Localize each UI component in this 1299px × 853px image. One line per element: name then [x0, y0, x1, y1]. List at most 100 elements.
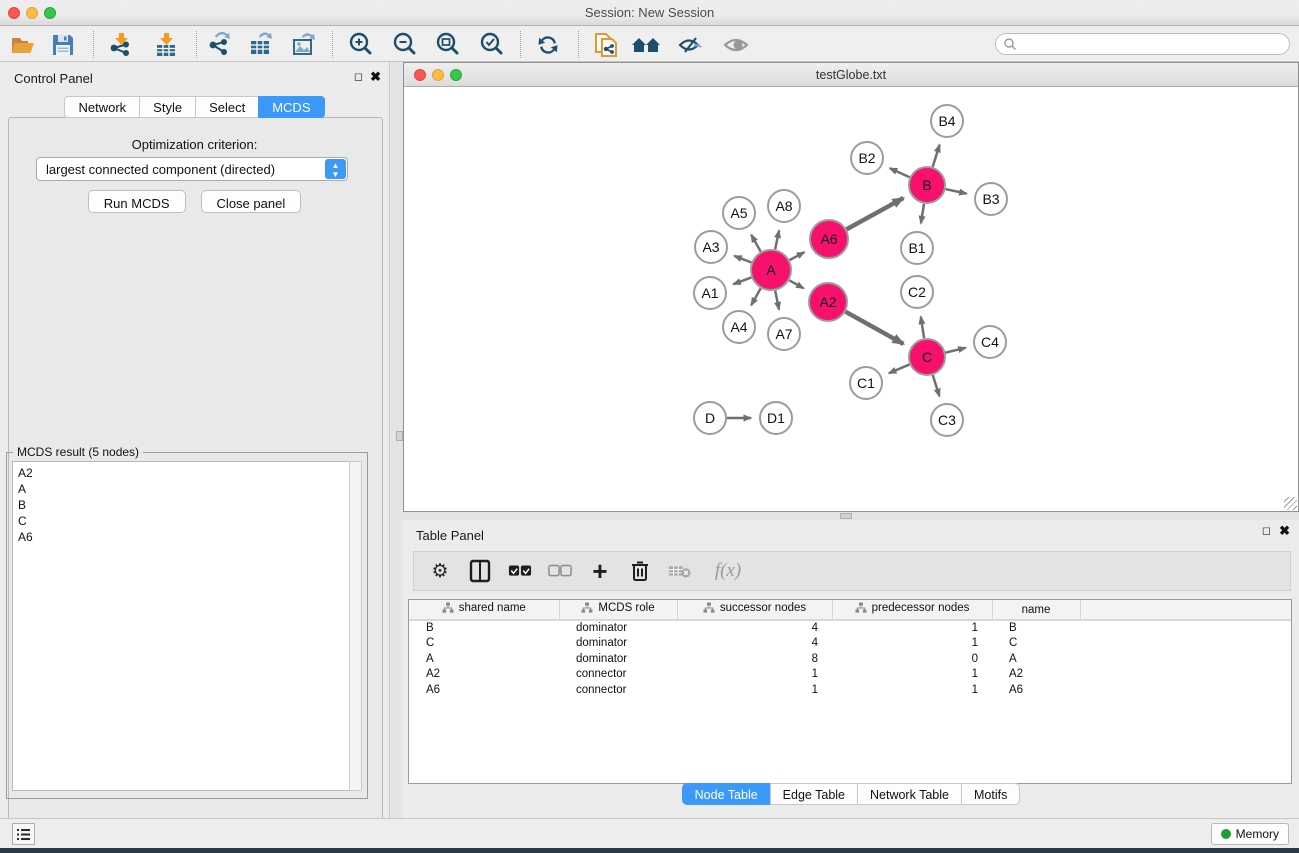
function-builder-button[interactable]: f(x) — [708, 559, 748, 583]
graph-edge-A2-C[interactable] — [845, 312, 903, 344]
mcds-result-item[interactable]: A6 — [18, 529, 349, 545]
zoom-in-button[interactable] — [344, 30, 378, 59]
table-cell[interactable]: 8 — [677, 651, 832, 667]
table-cell[interactable]: A2 — [409, 667, 559, 683]
graph-edge-A-A6[interactable] — [790, 252, 805, 260]
hide-selected-button[interactable] — [674, 30, 708, 59]
delete-column-button[interactable] — [628, 559, 652, 583]
table-row[interactable]: A2connector11A2 — [409, 667, 1291, 683]
tab-edge-table[interactable]: Edge Table — [770, 783, 857, 805]
tab-network[interactable]: Network — [64, 96, 139, 118]
select-all-button[interactable] — [508, 559, 532, 583]
memory-button[interactable]: Memory — [1211, 823, 1289, 845]
search-field[interactable] — [995, 33, 1290, 55]
graph-node-A1[interactable]: A1 — [694, 277, 726, 309]
table-cell[interactable]: A — [409, 651, 559, 667]
graph-node-A5[interactable]: A5 — [723, 197, 755, 229]
table-cell[interactable]: 4 — [677, 620, 832, 636]
graph-edge-C-C3[interactable] — [933, 375, 940, 396]
table-cell[interactable]: dominator — [559, 636, 677, 652]
home-button[interactable] — [630, 30, 664, 59]
table-row[interactable]: A6connector11A6 — [409, 682, 1291, 698]
table-cell[interactable]: A6 — [992, 682, 1080, 698]
table-cell[interactable]: B — [992, 620, 1080, 636]
table-cell[interactable]: 0 — [832, 651, 992, 667]
add-column-button[interactable]: + — [588, 559, 612, 583]
graph-edge-A-A3[interactable] — [734, 256, 751, 263]
show-all-button[interactable] — [719, 30, 753, 59]
graph-node-C2[interactable]: C2 — [901, 276, 933, 308]
graph-node-C3[interactable]: C3 — [931, 404, 963, 436]
graph-edge-B-B4[interactable] — [933, 145, 940, 167]
columns-button[interactable] — [468, 559, 492, 583]
graph-node-D[interactable]: D — [694, 402, 726, 434]
graph-node-A3[interactable]: A3 — [695, 231, 727, 263]
float-table-panel-icon[interactable]: ◻ — [1262, 526, 1271, 536]
table-cell[interactable]: 1 — [677, 682, 832, 698]
deselect-all-button[interactable] — [548, 559, 572, 583]
column-header-shared-name[interactable]: shared name — [409, 600, 559, 620]
graph-edge-B-B1[interactable] — [921, 204, 924, 224]
column-header-name[interactable]: name — [992, 600, 1080, 620]
mcds-result-item[interactable]: B — [18, 497, 349, 513]
table-cell[interactable]: dominator — [559, 620, 677, 636]
import-network-button[interactable] — [104, 30, 138, 59]
graph-edge-A-A5[interactable] — [751, 235, 760, 252]
import-table-button[interactable] — [149, 30, 183, 59]
graph-node-A4[interactable]: A4 — [723, 311, 755, 343]
node-table-container[interactable]: shared nameMCDS rolesuccessor nodesprede… — [408, 599, 1292, 784]
tab-style[interactable]: Style — [139, 96, 195, 118]
close-table-panel-icon[interactable]: ✖ — [1279, 525, 1290, 537]
tab-motifs[interactable]: Motifs — [961, 783, 1020, 805]
graph-node-C[interactable]: C — [909, 339, 945, 375]
zoom-selected-button[interactable] — [475, 30, 509, 59]
table-cell[interactable]: 4 — [677, 636, 832, 652]
table-cell[interactable]: 1 — [832, 620, 992, 636]
column-header-MCDS-role[interactable]: MCDS role — [559, 600, 677, 620]
graph-node-A8[interactable]: A8 — [768, 190, 800, 222]
column-header-successor-nodes[interactable]: successor nodes — [677, 600, 832, 620]
search-input[interactable] — [1017, 37, 1289, 51]
table-cell[interactable]: dominator — [559, 651, 677, 667]
mcds-result-item[interactable]: C — [18, 513, 349, 529]
graph-node-C4[interactable]: C4 — [974, 326, 1006, 358]
graph-edge-A-A4[interactable] — [751, 288, 760, 305]
network-canvas[interactable]: B4B2BB3A8A5A6A3B1AA1C2A2A4A7C4CC1C3DD1 — [404, 88, 1298, 511]
export-image-button[interactable] — [287, 30, 321, 59]
table-cell[interactable]: 1 — [677, 667, 832, 683]
gear-button[interactable]: ⚙ — [428, 559, 452, 583]
graph-edge-B-B2[interactable] — [890, 168, 910, 177]
table-row[interactable]: Bdominator41B — [409, 620, 1291, 636]
graph-node-C1[interactable]: C1 — [850, 367, 882, 399]
table-cell[interactable]: connector — [559, 682, 677, 698]
table-cell[interactable]: C — [409, 636, 559, 652]
column-header-predecessor-nodes[interactable]: predecessor nodes — [832, 600, 992, 620]
export-network-button[interactable] — [202, 30, 236, 59]
graph-edge-C-C1[interactable] — [889, 364, 910, 373]
zoom-out-button[interactable] — [388, 30, 422, 59]
graph-edge-A-A7[interactable] — [775, 291, 779, 310]
tab-network-table[interactable]: Network Table — [857, 783, 961, 805]
export-table-button[interactable] — [244, 30, 278, 59]
graph-edge-C-C4[interactable] — [945, 348, 965, 353]
graph-node-B4[interactable]: B4 — [931, 105, 963, 137]
save-session-button[interactable] — [46, 30, 80, 59]
graph-node-B1[interactable]: B1 — [901, 232, 933, 264]
mcds-result-item[interactable]: A2 — [18, 465, 349, 481]
mcds-result-item[interactable]: A — [18, 481, 349, 497]
float-panel-icon[interactable]: ◻ — [354, 72, 363, 82]
graph-node-B3[interactable]: B3 — [975, 183, 1007, 215]
table-cell[interactable]: A6 — [409, 682, 559, 698]
optimization-criterion-select[interactable]: largest connected component (directed) ▲… — [36, 157, 348, 181]
graph-edge-A-A2[interactable] — [789, 280, 803, 288]
tab-select[interactable]: Select — [195, 96, 258, 118]
table-cell[interactable]: 1 — [832, 636, 992, 652]
graph-node-A7[interactable]: A7 — [768, 318, 800, 350]
tab-mcds[interactable]: MCDS — [258, 96, 324, 118]
mcds-list-scrollbar[interactable] — [349, 461, 362, 791]
tab-node-table[interactable]: Node Table — [682, 783, 770, 805]
table-cell[interactable]: A — [992, 651, 1080, 667]
graph-edge-A-A8[interactable] — [775, 230, 779, 249]
table-cell[interactable]: 1 — [832, 667, 992, 683]
graph-edge-A-A1[interactable] — [733, 277, 751, 284]
